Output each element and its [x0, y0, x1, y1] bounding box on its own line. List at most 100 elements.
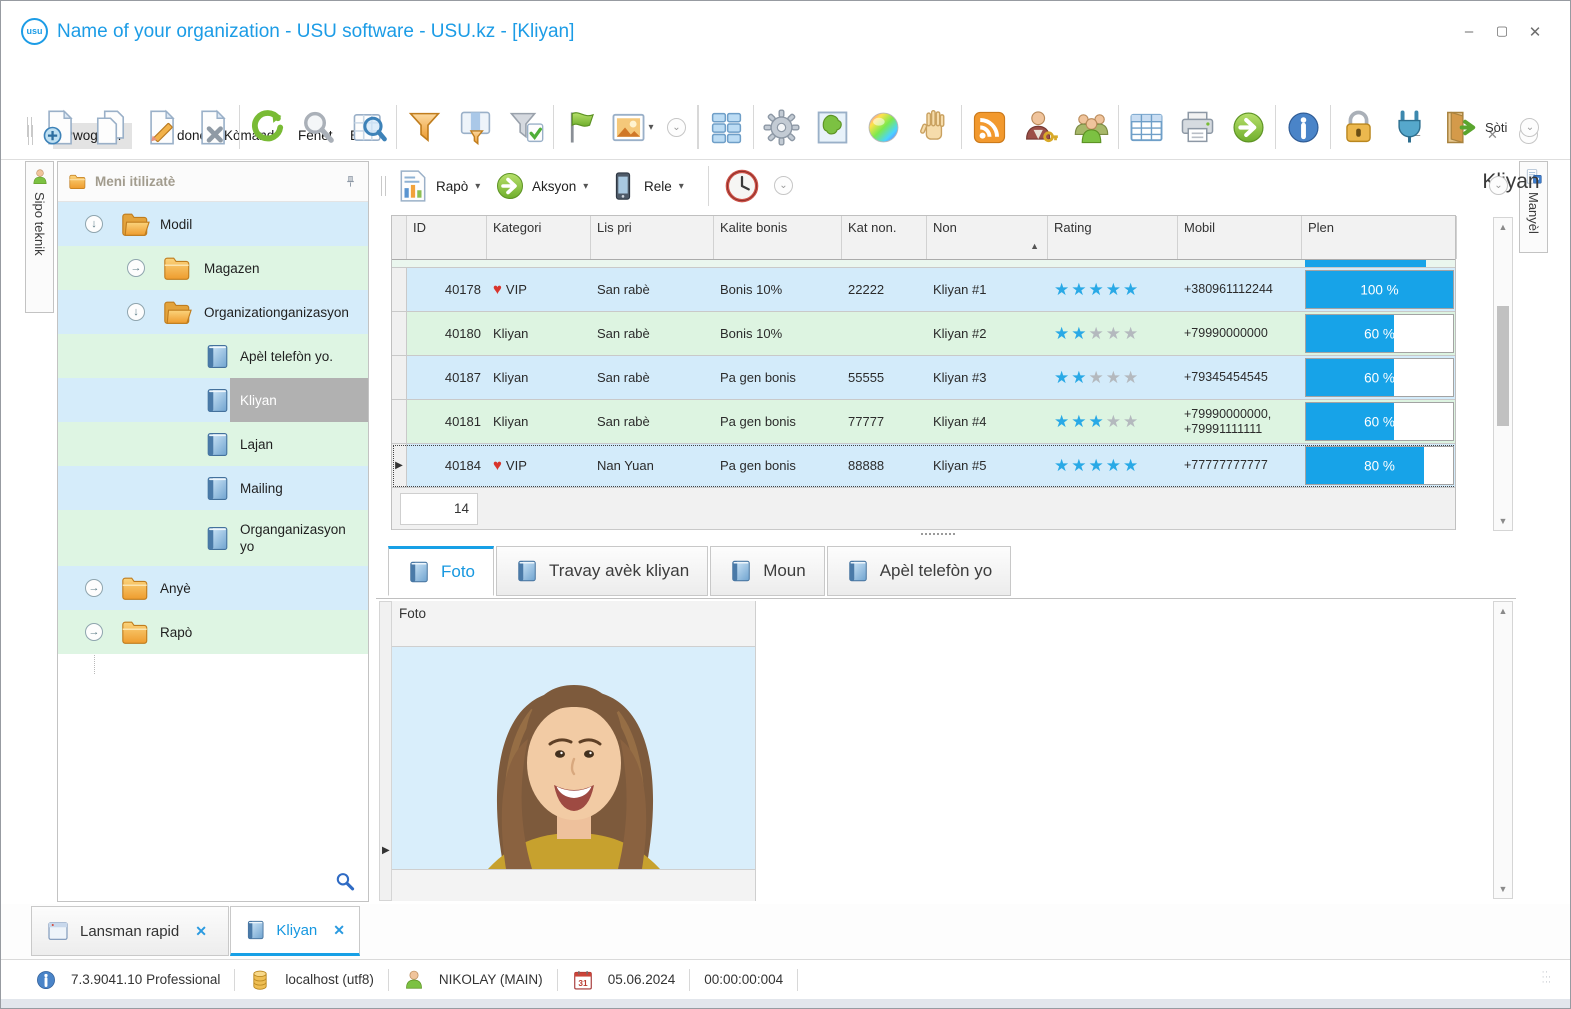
table-row[interactable]: 40187 Kliyan San rabè Pa gen bonis 55555… [392, 356, 1455, 400]
chevron-down-icon: ▾ [475, 180, 481, 192]
minimize-button[interactable]: – [1456, 23, 1482, 40]
rating-stars[interactable]: ★★★★★ [1048, 400, 1178, 443]
doc-tab-kliyan[interactable]: Kliyan ✕ [230, 906, 360, 956]
filter-apply-button[interactable] [502, 102, 550, 152]
side-tab-support[interactable]: Sipo teknik [25, 161, 54, 313]
edit-document-button[interactable] [137, 102, 185, 152]
filter-columns-button[interactable] [451, 102, 499, 152]
print-button[interactable] [1173, 102, 1221, 152]
splitter-handle[interactable] [921, 533, 955, 535]
tab-travay-avek-kliyan[interactable]: Travay avèk kliyan [496, 546, 709, 596]
tree-search-icon[interactable] [334, 871, 356, 893]
tree-item-mailing[interactable]: Mailing [58, 466, 368, 510]
menu-bar: Pwogram Baz done Kòmand Fenèt Ede – ✕ ⌄ [1, 59, 1570, 149]
tree-item-anye[interactable]: → Anyè [58, 566, 368, 610]
flag-button[interactable] [557, 102, 605, 152]
search-grid-button[interactable] [345, 102, 393, 152]
tree-item-modil[interactable]: ↓ Modil [58, 202, 368, 246]
column-header-rating[interactable]: Rating [1048, 216, 1178, 259]
copy-document-button[interactable] [86, 102, 134, 152]
delete-document-button[interactable] [188, 102, 236, 152]
toolbar-grip[interactable] [27, 117, 32, 137]
report-menu-button[interactable]: Rapò ▾ [396, 161, 480, 211]
exit-button[interactable]: Sòti [1436, 102, 1513, 152]
column-header-id[interactable]: ID [407, 216, 487, 259]
expand-arrow-icon[interactable]: → [85, 623, 103, 641]
subbar-grip[interactable] [381, 176, 386, 196]
subbar-customize-chevron[interactable]: ⌄ [774, 176, 793, 195]
doc-tab-lansman-rapid[interactable]: Lansman rapid ✕ [31, 906, 229, 956]
close-icon[interactable]: ✕ [333, 922, 345, 939]
user-permissions-button[interactable] [1016, 102, 1064, 152]
expand-arrow-icon[interactable]: → [85, 579, 103, 597]
expand-arrow-icon[interactable]: → [127, 259, 145, 277]
collapse-arrow-icon[interactable]: ↓ [85, 215, 103, 233]
color-theme-button[interactable] [859, 102, 907, 152]
table-row-selected[interactable]: ▶ 40184 ♥ VIP Nan Yuan Pa gen bonis 88888… [392, 444, 1455, 488]
rss-feed-button[interactable] [965, 102, 1013, 152]
users-group-button[interactable] [1067, 102, 1115, 152]
search-button[interactable] [294, 102, 342, 152]
chevron-down-icon: ▾ [583, 180, 589, 192]
detail-scrollbar[interactable]: ▲ ▼ [1493, 601, 1513, 899]
tree-item-rapo[interactable]: → Rapò [58, 610, 368, 654]
tiles-view-button[interactable] [702, 102, 750, 152]
scroll-down-icon[interactable]: ▼ [1494, 516, 1512, 526]
table-scrollbar[interactable]: ▲ ▼ [1493, 217, 1513, 531]
tab-foto[interactable]: Foto [388, 546, 495, 596]
table-row[interactable]: 40178 ♥ VIP San rabè Bonis 10% 22222 Kliy… [392, 268, 1455, 312]
column-header-lis-pri[interactable]: Lis pri [591, 216, 714, 259]
collapse-arrow-icon[interactable]: ↓ [127, 303, 145, 321]
go-button[interactable] [1224, 102, 1272, 152]
map-button[interactable] [808, 102, 856, 152]
column-header-mobil[interactable]: Mobil [1178, 216, 1302, 259]
info-button[interactable] [1279, 102, 1327, 152]
column-header-kalite-bonis[interactable]: Kalite bonis [714, 216, 842, 259]
tree-item-apel-telefon[interactable]: Apèl telefòn yo. [58, 334, 368, 378]
plug-button[interactable] [1385, 102, 1433, 152]
column-header-plen[interactable]: Plen [1302, 216, 1457, 259]
column-header-non[interactable]: Non ▲ [927, 216, 1048, 259]
action-menu-button[interactable]: Aksyon ▾ [494, 161, 588, 211]
hand-pan-button[interactable] [910, 102, 958, 152]
client-photo[interactable] [392, 647, 755, 869]
rating-stars[interactable]: ★★★★★ [1048, 444, 1178, 487]
tree-item-organganizasyon-yo[interactable]: Organganizasyon yo [58, 510, 368, 566]
close-button[interactable]: ✕ [1522, 23, 1548, 41]
pin-icon[interactable] [343, 174, 358, 189]
new-document-button[interactable] [35, 102, 83, 152]
close-icon[interactable]: ✕ [195, 923, 207, 940]
resize-grip[interactable]: ∙∙ ∙∙∙ ∙∙∙ [1542, 968, 1558, 986]
tab-moun[interactable]: Moun [710, 546, 825, 596]
header-gutter [392, 216, 407, 259]
scheduler-button[interactable] [724, 161, 760, 211]
column-header-kat-non[interactable]: Kat non. [842, 216, 927, 259]
tree-item-lajan[interactable]: Lajan [58, 422, 368, 466]
rating-stars[interactable]: ★★★★★ [1048, 268, 1178, 311]
scroll-up-icon[interactable]: ▲ [1494, 222, 1512, 232]
table-view-button[interactable] [1122, 102, 1170, 152]
refresh-button[interactable] [243, 102, 291, 152]
scrollbar-thumb[interactable] [1497, 306, 1509, 426]
rating-stars[interactable]: ★★★★★ [1048, 312, 1178, 355]
table-row[interactable]: 40181 Kliyan San rabè Pa gen bonis 77777… [392, 400, 1455, 444]
app-window: usu Name of your organization - USU soft… [0, 0, 1571, 1009]
tree-item-kliyan[interactable]: Kliyan [58, 378, 368, 422]
maximize-button[interactable]: ▢ [1489, 23, 1515, 39]
column-header-kategori[interactable]: Kategori [487, 216, 591, 259]
toolbar-overflow-chevron[interactable]: ⌄ [1520, 117, 1540, 137]
tab-apel-telefon-yo[interactable]: Apèl telefòn yo [826, 546, 1012, 596]
table-row[interactable]: 40180 Kliyan San rabè Bonis 10% Kliyan #… [392, 312, 1455, 356]
toolbar-customize-chevron[interactable]: ⌄ [667, 117, 686, 137]
tree-item-magazen[interactable]: → Magazen [58, 246, 368, 290]
rating-stars[interactable]: ★★★★★ [1048, 356, 1178, 399]
title-customize-chevron[interactable]: ⌄ [1489, 176, 1508, 195]
scroll-up-icon[interactable]: ▲ [1494, 606, 1512, 616]
filter-button[interactable] [400, 102, 448, 152]
tree-item-organizasyon[interactable]: ↓ Organizationganizasyon [58, 290, 368, 334]
lock-button[interactable] [1334, 102, 1382, 152]
settings-button[interactable] [757, 102, 805, 152]
picture-button[interactable]: ▾ [608, 102, 656, 152]
scroll-down-icon[interactable]: ▼ [1494, 884, 1512, 894]
call-menu-button[interactable]: Rele ▾ [608, 161, 684, 211]
